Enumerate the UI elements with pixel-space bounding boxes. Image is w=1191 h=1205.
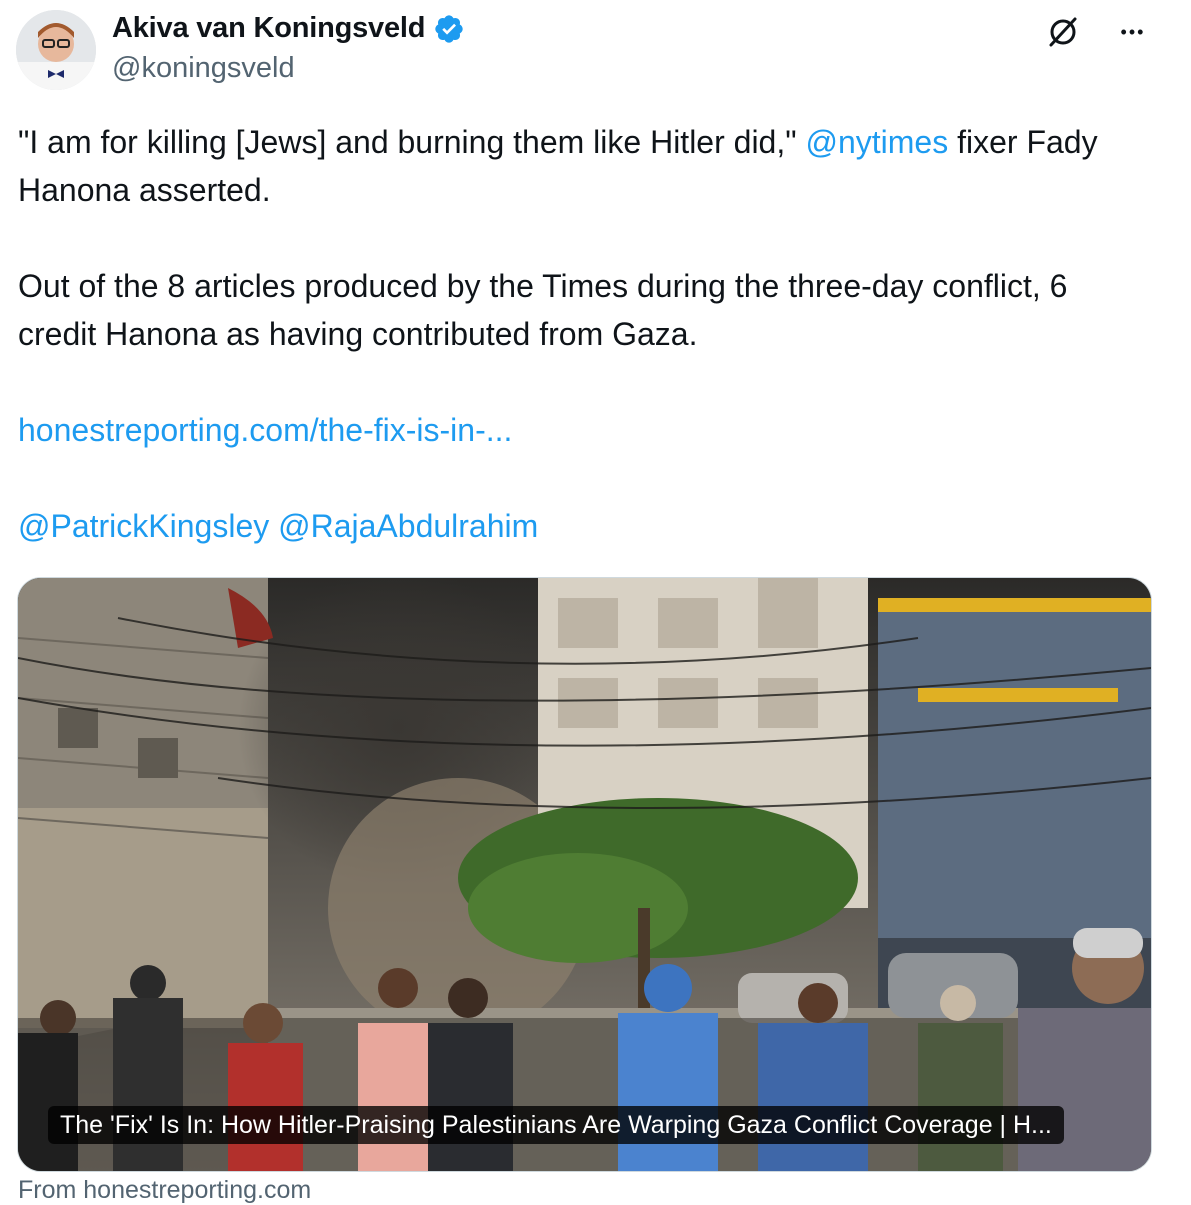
tweet-paragraph-1: "I am for killing [Jews] and burning the…	[18, 118, 1138, 214]
card-title[interactable]: The 'Fix' Is In: How Hitler-Praising Pal…	[48, 1106, 1064, 1144]
mention-nytimes[interactable]: @nytimes	[805, 124, 948, 160]
author-avatar[interactable]	[16, 10, 96, 90]
tweet-text-segment: "I am for killing [Jews] and burning the…	[18, 124, 806, 160]
tweet-text: "I am for killing [Jews] and burning the…	[18, 118, 1138, 550]
author-display-name[interactable]: Akiva van Koningsveld	[112, 12, 425, 45]
more-options-dots: •••	[1120, 21, 1146, 42]
verified-badge-icon[interactable]	[433, 13, 465, 45]
grok-icon[interactable]	[1045, 14, 1081, 50]
article-link[interactable]: honestreporting.com/the-fix-is-in-...	[18, 412, 512, 448]
tweet-paragraph-2: Out of the 8 articles produced by the Ti…	[18, 268, 1068, 352]
mention-patrickkingsley[interactable]: @PatrickKingsley	[18, 508, 269, 544]
more-options-icon[interactable]: •••	[1115, 14, 1151, 50]
author-handle[interactable]: @koningsveld	[112, 52, 295, 85]
avatar-photo	[16, 10, 96, 90]
link-preview-card[interactable]	[17, 577, 1152, 1172]
card-image	[18, 578, 1151, 1171]
mention-rajaabdulrahim[interactable]: @RajaAbdulrahim	[278, 508, 538, 544]
card-source[interactable]: From honestreporting.com	[18, 1176, 311, 1205]
